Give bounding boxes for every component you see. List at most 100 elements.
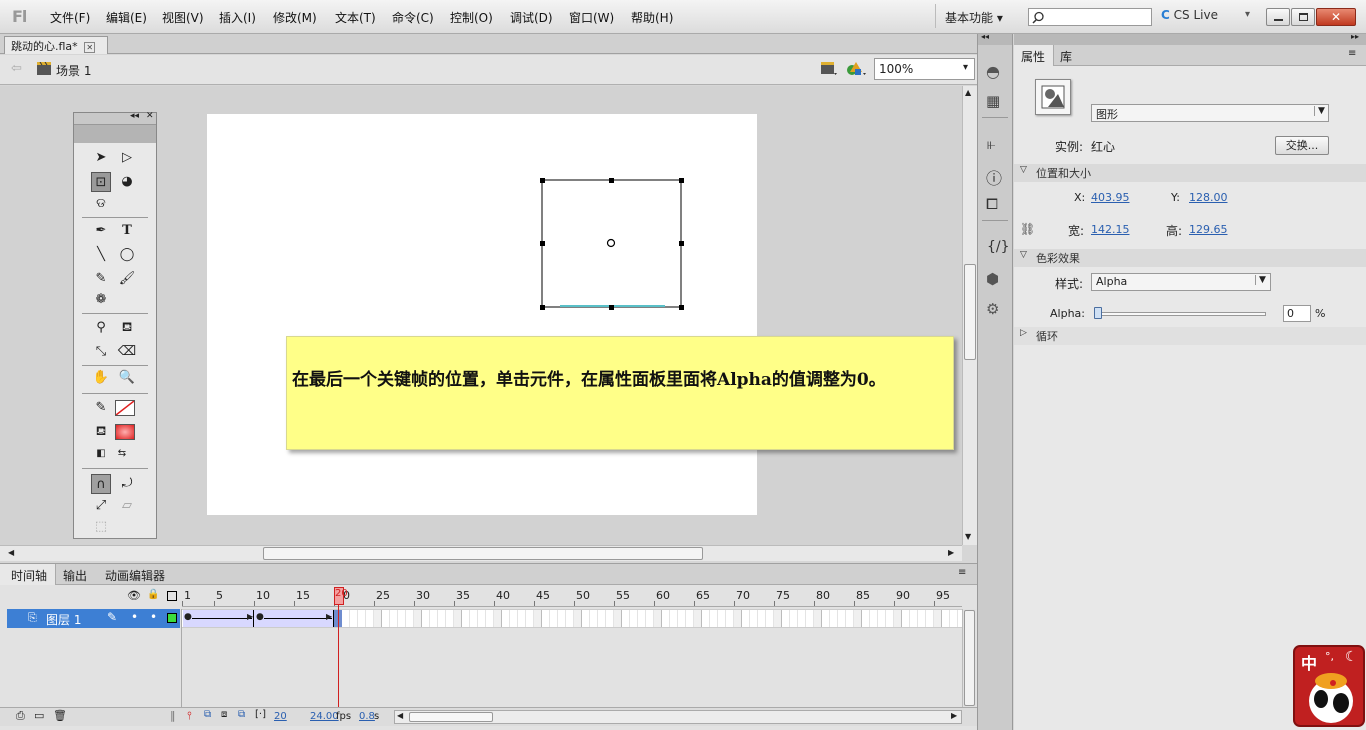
frame-cell[interactable] <box>942 610 950 627</box>
lock-icon[interactable]: 🔒 <box>147 589 159 600</box>
swap-button[interactable]: 交换... <box>1275 136 1329 155</box>
frame-cell[interactable] <box>702 610 710 627</box>
alpha-slider-thumb[interactable] <box>1094 307 1102 319</box>
cs-live-button[interactable]: C CS Live <box>1161 8 1218 22</box>
frame-cell[interactable] <box>742 610 750 627</box>
frame-cell[interactable] <box>726 610 734 627</box>
code-snippets-icon[interactable]: {/} <box>987 239 1010 255</box>
fill-color-swatch[interactable] <box>115 424 135 440</box>
collapse-icon[interactable]: ◂◂ <box>130 111 139 121</box>
frame-cell[interactable] <box>566 610 574 627</box>
menu-text[interactable]: 文本(T) <box>335 9 376 26</box>
bone-tool-icon[interactable]: ⚲ <box>91 318 111 338</box>
info-icon[interactable]: ⓘ <box>986 165 1002 189</box>
frame-cell[interactable] <box>926 610 934 627</box>
lock-dot[interactable]: • <box>150 610 157 624</box>
frame-cell[interactable] <box>646 610 654 627</box>
timeline-vertical-scrollbar[interactable] <box>962 609 976 709</box>
brush-tool-icon[interactable]: 🖌 <box>117 269 137 289</box>
resize-handle[interactable] <box>540 305 545 310</box>
timeline-horizontal-scrollbar[interactable]: ◀ ▶ <box>394 710 962 724</box>
position-size-section[interactable]: ▽ 位置和大小 <box>1014 164 1366 182</box>
frame-cell[interactable] <box>462 610 470 627</box>
stage-horizontal-scrollbar[interactable]: ◀ ▶ <box>0 545 962 561</box>
close-tab-icon[interactable]: ✕ <box>84 42 96 53</box>
frame-cell[interactable] <box>910 610 918 627</box>
pen-tool-icon[interactable]: ✒ <box>91 221 111 241</box>
frame-cell[interactable] <box>606 610 614 627</box>
scale-icon[interactable]: ⤢ <box>91 496 111 516</box>
tween-span[interactable]: ● ▶ <box>183 610 254 627</box>
restore-button[interactable] <box>1291 8 1315 26</box>
link-icon[interactable]: ⛓ <box>1020 222 1035 236</box>
help-search-input[interactable] <box>1028 8 1152 26</box>
frame-cell[interactable] <box>502 610 510 627</box>
deco-tool-icon[interactable]: ❁ <box>91 290 111 310</box>
scroll-right-icon[interactable]: ▶ <box>951 711 957 720</box>
frame-cell[interactable] <box>950 610 958 627</box>
timeline-scroll-thumb[interactable] <box>964 610 975 706</box>
scroll-up-icon[interactable]: ▲ <box>965 88 971 97</box>
scroll-down-icon[interactable]: ▼ <box>965 532 971 541</box>
scroll-left-icon[interactable]: ◀ <box>397 711 403 720</box>
frame-cell[interactable] <box>406 610 414 627</box>
frame-cell[interactable] <box>758 610 766 627</box>
frame-cell[interactable] <box>366 610 374 627</box>
frame-cell[interactable] <box>454 610 462 627</box>
vertical-scroll-thumb[interactable] <box>964 264 976 360</box>
frame-cell[interactable] <box>678 610 686 627</box>
edit-symbols-icon[interactable] <box>846 60 868 78</box>
center-frame-icon[interactable]: ⫯ <box>187 709 192 723</box>
document-tab[interactable]: 跳动的心.fla* ✕ <box>4 36 108 54</box>
subselection-tool-icon[interactable]: ▷ <box>117 148 137 168</box>
frame-cell[interactable] <box>638 610 646 627</box>
current-frame-value[interactable]: 20 <box>274 711 287 722</box>
frame-cell[interactable] <box>838 610 846 627</box>
frame-cell[interactable] <box>430 610 438 627</box>
frame-cell[interactable] <box>526 610 534 627</box>
eraser-tool-icon[interactable]: ⌫ <box>117 342 137 362</box>
frame-cell[interactable] <box>822 610 830 627</box>
layer-row[interactable]: ⎘ 图层 1 ✎ • • <box>7 609 180 628</box>
motion-presets-icon[interactable]: ◓ <box>986 62 1000 81</box>
eyedropper-tool-icon[interactable]: ⤡ <box>91 342 111 362</box>
frame-cell[interactable] <box>654 610 662 627</box>
frame-cell[interactable] <box>686 610 694 627</box>
envelope-icon[interactable]: ⬚ <box>91 517 111 537</box>
layer-name[interactable]: 图层 1 <box>46 611 81 628</box>
frame-cell[interactable] <box>614 610 622 627</box>
menu-file[interactable]: 文件(F) <box>50 9 90 26</box>
frame-cell[interactable] <box>670 610 678 627</box>
properties-header-strip[interactable]: ▸▸ <box>1014 32 1366 45</box>
zoom-tool-icon[interactable]: 🔍 <box>117 368 137 388</box>
swap-colors-icon[interactable]: ⇆ <box>112 444 132 464</box>
frame-cell[interactable] <box>382 610 390 627</box>
height-value[interactable]: 129.65 <box>1189 223 1228 236</box>
frame-cell[interactable] <box>598 610 606 627</box>
frame-cell[interactable] <box>886 610 894 627</box>
width-value[interactable]: 142.15 <box>1091 223 1130 236</box>
menu-edit[interactable]: 编辑(E) <box>106 9 147 26</box>
frame-cell[interactable] <box>510 610 518 627</box>
frame-cell[interactable] <box>390 610 398 627</box>
alpha-slider[interactable] <box>1094 307 1266 319</box>
transform-icon[interactable]: ⧠ <box>986 195 998 213</box>
back-arrow-icon[interactable]: ⇦ <box>11 61 22 76</box>
stage-vertical-scrollbar[interactable]: ▲ ▼ <box>962 86 977 545</box>
frame-cell[interactable] <box>878 610 886 627</box>
stage[interactable] <box>207 114 757 515</box>
frame-cell[interactable] <box>766 610 774 627</box>
frame-cell[interactable] <box>574 610 582 627</box>
frame-cell[interactable] <box>590 610 598 627</box>
resize-handle[interactable] <box>609 178 614 183</box>
swatches-icon[interactable]: ▦ <box>986 92 1000 110</box>
frame-cell[interactable] <box>350 610 358 627</box>
x-value[interactable]: 403.95 <box>1091 191 1130 204</box>
frame-cell[interactable] <box>774 610 782 627</box>
menu-insert[interactable]: 插入(I) <box>219 9 256 26</box>
rotate-skew-icon[interactable]: ⤾ <box>117 474 137 494</box>
frame-cell[interactable] <box>782 610 790 627</box>
cs-live-dropdown-icon[interactable]: ▾ <box>1245 9 1250 20</box>
frame-cell[interactable] <box>934 610 942 627</box>
frame-cell[interactable] <box>806 610 814 627</box>
